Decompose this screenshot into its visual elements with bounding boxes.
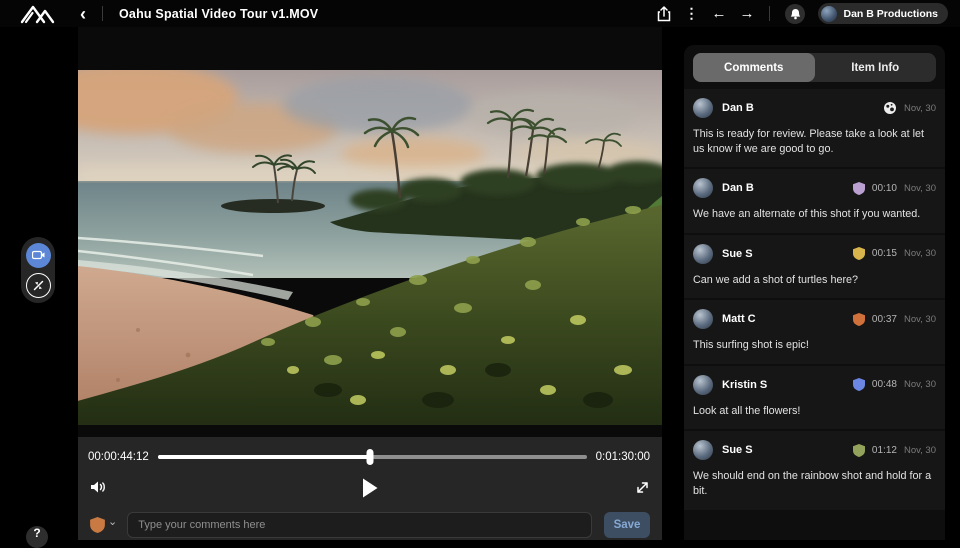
account-menu[interactable]: Dan B Productions bbox=[818, 3, 948, 24]
marker-tag-icon bbox=[853, 378, 865, 391]
comment-date: Nov, 30 bbox=[904, 248, 936, 259]
comment-row[interactable]: Matt C 00:37 Nov, 30 This surfing shot i… bbox=[684, 300, 945, 364]
left-tool-rail bbox=[21, 237, 55, 303]
avatar bbox=[693, 440, 713, 460]
back-button[interactable]: ‹ bbox=[80, 5, 86, 23]
comments-list: Dan B Nov, 30 This is ready for review. … bbox=[684, 89, 945, 510]
globe-icon bbox=[883, 101, 897, 115]
comment-row[interactable]: Sue S 00:15 Nov, 30 Can we add a shot of… bbox=[684, 235, 945, 299]
seek-bar[interactable] bbox=[158, 449, 587, 465]
marker-tag-icon bbox=[853, 444, 865, 457]
marker-tag-icon bbox=[90, 517, 105, 533]
seek-progress-fill bbox=[158, 455, 370, 459]
account-avatar bbox=[821, 6, 837, 22]
comment-timecode: 00:15 bbox=[872, 248, 897, 259]
play-button[interactable] bbox=[361, 477, 379, 504]
comment-date: Nov, 30 bbox=[904, 379, 936, 390]
divider bbox=[769, 6, 770, 21]
next-arrow-icon[interactable]: → bbox=[739, 5, 754, 22]
comment-author: Sue S bbox=[722, 444, 753, 456]
page-title: Oahu Spatial Video Tour v1.MOV bbox=[119, 7, 318, 21]
comment-date: Nov, 30 bbox=[904, 103, 936, 114]
account-name: Dan B Productions bbox=[843, 8, 938, 20]
effects-toggle-icon[interactable] bbox=[26, 273, 51, 298]
comment-author: Kristin S bbox=[722, 379, 767, 391]
panel-tabs: Comments Item Info bbox=[693, 53, 936, 82]
marker-tag-icon bbox=[853, 313, 865, 326]
comment-text: We should end on the rainbow shot and ho… bbox=[693, 469, 936, 498]
comment-timecode: 01:12 bbox=[872, 445, 897, 456]
tab-item-info[interactable]: Item Info bbox=[815, 53, 937, 82]
avatar bbox=[693, 98, 713, 118]
comment-row[interactable]: Dan B Nov, 30 This is ready for review. … bbox=[684, 89, 945, 167]
comment-marker-picker[interactable]: ⌄ bbox=[90, 517, 117, 533]
comment-timecode: 00:37 bbox=[872, 314, 897, 325]
comment-author: Matt C bbox=[722, 313, 756, 325]
divider bbox=[102, 6, 103, 21]
marker-tag-icon bbox=[853, 182, 865, 195]
prev-arrow-icon[interactable]: ← bbox=[711, 5, 726, 22]
tab-comments[interactable]: Comments bbox=[693, 53, 815, 82]
avatar bbox=[693, 375, 713, 395]
chevron-down-icon: ⌄ bbox=[108, 520, 117, 526]
seek-thumb[interactable] bbox=[367, 449, 374, 465]
help-button[interactable]: ? bbox=[26, 526, 48, 548]
notifications-bell-icon[interactable] bbox=[785, 4, 805, 24]
comment-author: Sue S bbox=[722, 248, 753, 260]
comment-timecode: 00:48 bbox=[872, 379, 897, 390]
volume-icon[interactable] bbox=[90, 480, 107, 499]
player-controls: 00:00:44:12 0:01:30:00 bbox=[78, 437, 662, 540]
current-time: 00:00:44:12 bbox=[88, 451, 149, 463]
avatar bbox=[693, 244, 713, 264]
comment-row[interactable]: Dan B 00:10 Nov, 30 We have an alternate… bbox=[684, 169, 945, 233]
comment-date: Nov, 30 bbox=[904, 314, 936, 325]
fullscreen-icon[interactable] bbox=[635, 480, 650, 500]
video-viewport[interactable] bbox=[78, 27, 662, 437]
comment-author: Dan B bbox=[722, 102, 754, 114]
video-player: 00:00:44:12 0:01:30:00 bbox=[78, 27, 662, 540]
comment-text: We have an alternate of this shot if you… bbox=[693, 207, 936, 222]
marker-tag-icon bbox=[853, 247, 865, 260]
comment-timecode: 00:10 bbox=[872, 183, 897, 194]
app-logo-icon bbox=[20, 4, 56, 24]
comment-date: Nov, 30 bbox=[904, 445, 936, 456]
comment-row[interactable]: Kristin S 00:48 Nov, 30 Look at all the … bbox=[684, 366, 945, 430]
top-bar: ‹ Oahu Spatial Video Tour v1.MOV ⋮ ← → D… bbox=[0, 0, 960, 27]
comment-date: Nov, 30 bbox=[904, 183, 936, 194]
avatar bbox=[693, 178, 713, 198]
comment-row[interactable]: Sue S 01:12 Nov, 30 We should end on the… bbox=[684, 431, 945, 509]
comment-text: This surfing shot is epic! bbox=[693, 338, 936, 353]
comment-text: This is ready for review. Please take a … bbox=[693, 127, 936, 156]
comment-input[interactable] bbox=[127, 512, 592, 538]
spatial-video-icon[interactable] bbox=[26, 243, 51, 268]
avatar bbox=[693, 309, 713, 329]
comment-author: Dan B bbox=[722, 182, 754, 194]
share-icon[interactable] bbox=[657, 6, 671, 22]
review-panel: Comments Item Info Dan B Nov, 30 This is… bbox=[684, 45, 945, 540]
video-frame bbox=[78, 70, 662, 425]
comment-text: Look at all the flowers! bbox=[693, 404, 936, 419]
comment-text: Can we add a shot of turtles here? bbox=[693, 273, 936, 288]
new-comment-bar: ⌄ Save bbox=[78, 510, 662, 540]
more-menu-icon[interactable]: ⋮ bbox=[684, 5, 698, 22]
save-button[interactable]: Save bbox=[604, 512, 650, 538]
duration: 0:01:30:00 bbox=[596, 451, 650, 463]
